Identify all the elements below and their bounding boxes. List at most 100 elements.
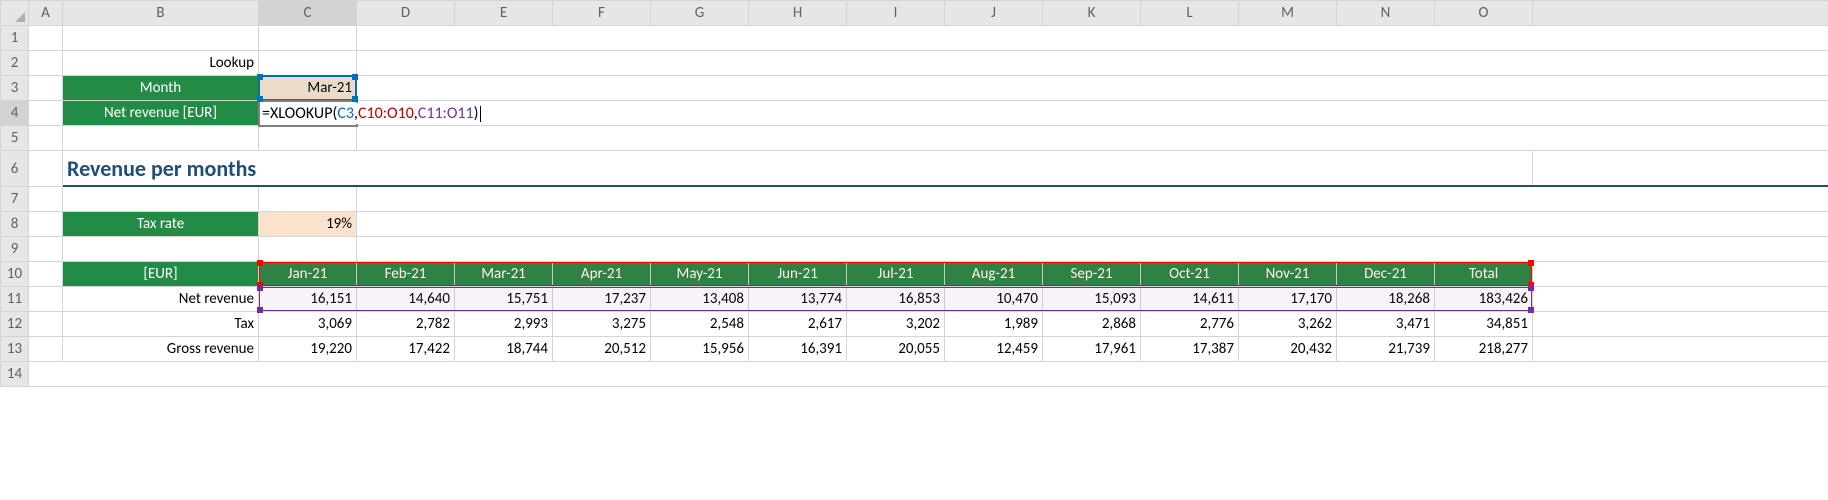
col-header[interactable]: I — [847, 1, 945, 26]
col-header[interactable]: K — [1043, 1, 1141, 26]
data-cell[interactable]: 10,470 — [945, 287, 1043, 312]
data-cell[interactable]: 17,237 — [553, 287, 651, 312]
data-cell[interactable]: 20,055 — [847, 337, 945, 362]
data-cell[interactable]: 3,262 — [1239, 312, 1337, 337]
cell[interactable] — [29, 212, 63, 237]
data-cell[interactable]: 183,426 — [1435, 287, 1533, 312]
month-header[interactable]: Apr-21 — [553, 262, 651, 287]
data-cell[interactable]: 15,956 — [651, 337, 749, 362]
row-header[interactable]: 5 — [1, 126, 29, 151]
cell[interactable] — [357, 101, 1828, 126]
data-cell[interactable]: 20,432 — [1239, 337, 1337, 362]
data-cell[interactable]: 2,617 — [749, 312, 847, 337]
cell[interactable] — [29, 51, 63, 76]
cell[interactable] — [63, 237, 259, 262]
data-cell[interactable]: 17,170 — [1239, 287, 1337, 312]
data-cell[interactable]: 16,151 — [259, 287, 357, 312]
cell[interactable] — [29, 76, 63, 101]
data-cell[interactable]: 3,275 — [553, 312, 651, 337]
row-header[interactable]: 13 — [1, 337, 29, 362]
cell[interactable] — [63, 187, 259, 212]
data-cell[interactable]: 12,459 — [945, 337, 1043, 362]
data-cell[interactable]: 3,202 — [847, 312, 945, 337]
data-cell[interactable]: 15,093 — [1043, 287, 1141, 312]
data-cell[interactable]: 16,391 — [749, 337, 847, 362]
cell[interactable] — [1533, 287, 1828, 312]
formula-edit-cell[interactable]: =XLOOKUP(C3,C10:O10,C11:O11) — [259, 101, 357, 126]
data-cell[interactable]: 2,776 — [1141, 312, 1239, 337]
data-cell[interactable]: 17,961 — [1043, 337, 1141, 362]
col-header[interactable]: E — [455, 1, 553, 26]
cell[interactable] — [63, 26, 259, 51]
cell[interactable] — [29, 237, 63, 262]
month-header[interactable]: Oct-21 — [1141, 262, 1239, 287]
cell[interactable] — [63, 126, 259, 151]
data-cell[interactable]: 16,853 — [847, 287, 945, 312]
cell[interactable] — [259, 26, 357, 51]
tax-rate-label[interactable]: Tax rate — [63, 212, 259, 237]
data-cell[interactable]: 21,739 — [1337, 337, 1435, 362]
row-header[interactable]: 9 — [1, 237, 29, 262]
data-cell[interactable]: 20,512 — [553, 337, 651, 362]
col-header[interactable]: C — [259, 1, 357, 26]
data-cell[interactable]: 15,751 — [455, 287, 553, 312]
cell[interactable] — [29, 151, 63, 187]
cell[interactable] — [29, 262, 63, 287]
row-header[interactable]: 12 — [1, 312, 29, 337]
month-header[interactable]: Sep-21 — [1043, 262, 1141, 287]
cell[interactable] — [29, 187, 63, 212]
cell[interactable] — [1533, 151, 1828, 187]
cell[interactable] — [259, 187, 357, 212]
month-header[interactable]: Mar-21 — [455, 262, 553, 287]
month-header[interactable]: Feb-21 — [357, 262, 455, 287]
col-header[interactable]: G — [651, 1, 749, 26]
row-label[interactable]: Tax — [63, 312, 259, 337]
lookup-heading[interactable]: Lookup — [63, 51, 259, 76]
cell[interactable] — [357, 126, 1828, 151]
month-header[interactable]: Jan-21 — [259, 262, 357, 287]
data-cell[interactable]: 1,989 — [945, 312, 1043, 337]
col-header[interactable]: J — [945, 1, 1043, 26]
cell[interactable] — [357, 187, 1828, 212]
net-revenue-label[interactable]: Net revenue [EUR] — [63, 101, 259, 126]
data-cell[interactable]: 17,422 — [357, 337, 455, 362]
section-title[interactable]: Revenue per months — [63, 151, 1533, 187]
data-cell[interactable]: 2,868 — [1043, 312, 1141, 337]
data-cell[interactable]: 14,640 — [357, 287, 455, 312]
data-cell[interactable]: 14,611 — [1141, 287, 1239, 312]
month-header[interactable]: Jun-21 — [749, 262, 847, 287]
cell[interactable] — [29, 26, 63, 51]
month-header[interactable]: Total — [1435, 262, 1533, 287]
data-cell[interactable]: 19,220 — [259, 337, 357, 362]
col-header[interactable]: B — [63, 1, 259, 26]
col-header[interactable]: N — [1337, 1, 1435, 26]
data-cell[interactable]: 18,744 — [455, 337, 553, 362]
data-cell[interactable]: 218,277 — [1435, 337, 1533, 362]
row-header[interactable]: 14 — [1, 362, 29, 387]
col-header[interactable]: F — [553, 1, 651, 26]
month-header[interactable]: May-21 — [651, 262, 749, 287]
row-header[interactable]: 10 — [1, 262, 29, 287]
cell[interactable] — [29, 126, 63, 151]
tax-rate-value[interactable]: 19% — [259, 212, 357, 237]
col-header[interactable]: A — [29, 1, 63, 26]
row-header[interactable]: 2 — [1, 51, 29, 76]
cell[interactable] — [1533, 337, 1828, 362]
cell[interactable] — [29, 101, 63, 126]
month-header[interactable]: Aug-21 — [945, 262, 1043, 287]
col-header[interactable]: D — [357, 1, 455, 26]
month-header[interactable]: Dec-21 — [1337, 262, 1435, 287]
cell[interactable] — [1533, 312, 1828, 337]
cell[interactable] — [29, 337, 63, 362]
select-all-triangle[interactable] — [1, 1, 29, 26]
row-header[interactable]: 4 — [1, 101, 29, 126]
table-corner-label[interactable]: [EUR] — [63, 262, 259, 287]
data-cell[interactable]: 3,069 — [259, 312, 357, 337]
row-header[interactable]: 6 — [1, 151, 29, 187]
data-cell[interactable]: 18,268 — [1337, 287, 1435, 312]
cell[interactable] — [259, 126, 357, 151]
spreadsheet-grid[interactable]: A B C D E F G H I J K L M N O 1 2 Lookup… — [0, 0, 1828, 387]
data-cell[interactable]: 13,408 — [651, 287, 749, 312]
row-label[interactable]: Net revenue — [63, 287, 259, 312]
col-header[interactable]: L — [1141, 1, 1239, 26]
